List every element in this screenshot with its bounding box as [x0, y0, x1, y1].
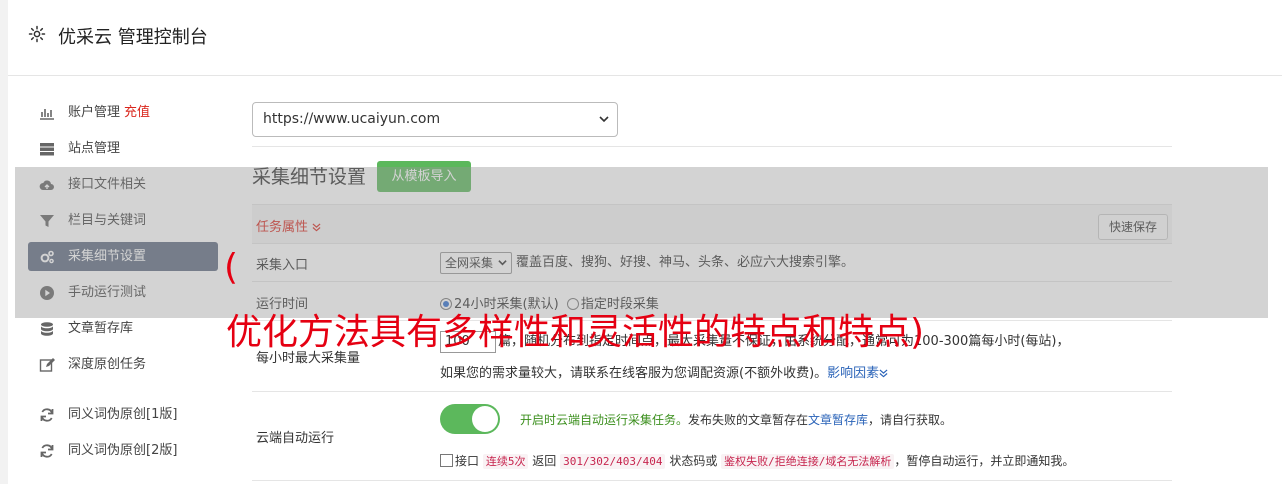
cloud-auto-run-toggle[interactable]: [440, 404, 500, 434]
collect-entry-label: 采集入口: [256, 258, 309, 273]
cloud-auto-run-label: 云端自动运行: [256, 431, 335, 446]
cloud-auto-run-row: 云端自动运行 开启时云端自动运行采集任务。发布失败的文章暂存在文章暂存库，请自行…: [252, 392, 1172, 481]
collect-entry-select[interactable]: 全网采集: [440, 251, 513, 274]
sidebar-item-label: 接口文件相关: [68, 177, 147, 192]
console-header: 优采云 管理控制台: [8, 0, 1282, 76]
database-icon: [41, 322, 53, 336]
max-per-hour-note: 如果您的需求量较大，请联系在线客服为您调配资源(不额外收费)。: [440, 366, 828, 381]
sidebar-item-label: 同义词伪原创[1版]: [68, 407, 178, 422]
cloud-run-enabled-msg: 开启时云端自动运行采集任务。: [520, 413, 689, 427]
page-title: 优采云 管理控制台: [58, 27, 208, 48]
article-storage-link[interactable]: 文章暂存库: [808, 413, 868, 427]
sidebar-item-interface-files[interactable]: 接口文件相关: [28, 170, 218, 199]
sidebar-item-synonym-v1[interactable]: 同义词伪原创[1版]: [28, 400, 218, 429]
chevron-double-down-icon: [879, 369, 888, 378]
cogs-icon: [40, 250, 54, 264]
sidebar-item-deep-original[interactable]: 深度原创任务: [28, 350, 218, 379]
run-time-row: 运行时间 24小时采集(默认) 指定时段采集: [252, 282, 1172, 321]
max-per-hour-row: 每小时最大采集量 100 篇，随机分布到指定时间点，最大采集量不保证，由系统分配，…: [252, 321, 1172, 392]
quick-save-button[interactable]: 快速保存: [1098, 214, 1168, 240]
impact-factors-link[interactable]: 影响因素: [827, 366, 888, 381]
sidebar-item-label: 手动运行测试: [68, 285, 147, 300]
recharge-link[interactable]: 充值: [124, 105, 150, 120]
task-properties-toggle[interactable]: 任务属性: [256, 216, 321, 235]
sidebar-item-article-storage[interactable]: 文章暂存库: [28, 314, 218, 343]
sidebar-item-account[interactable]: 账户管理 充值: [28, 98, 218, 127]
run-time-label: 运行时间: [256, 297, 309, 312]
filter-icon: [40, 215, 54, 227]
sidebar-item-sites[interactable]: 站点管理: [28, 134, 218, 163]
chevron-down-icon: [498, 259, 507, 265]
sidebar-item-label: 文章暂存库: [68, 321, 134, 336]
max-per-hour-desc: 篇，随机分布到指定时间点，最大采集量不保证，由系统分配，通常可为100-300篇…: [498, 334, 1070, 349]
edit-icon: [39, 358, 55, 372]
sidebar-item-label: 深度原创任务: [68, 357, 147, 372]
server-icon: [40, 143, 54, 156]
sidebar-item-columns-keywords[interactable]: 栏目与关键词: [28, 206, 218, 235]
sidebar: 账户管理 充值 站点管理 接口文件相关 栏目与关键词 采集细节设置 手动运行测试 …: [28, 98, 218, 472]
gear-icon: [28, 25, 46, 43]
section-title: 采集细节设置: [252, 166, 367, 188]
bar-chart-icon: [40, 109, 54, 120]
play-circle-icon: [40, 286, 54, 300]
sidebar-item-label: 账户管理: [68, 105, 121, 120]
refresh-icon: [40, 408, 54, 422]
sidebar-item-collect-settings[interactable]: 采集细节设置: [28, 242, 218, 271]
pause-on-error-checkbox[interactable]: 接口: [440, 454, 479, 468]
sidebar-item-synonym-v2[interactable]: 同义词伪原创[2版]: [28, 436, 218, 465]
sidebar-item-manual-run[interactable]: 手动运行测试: [28, 278, 218, 307]
site-select-value: https://www.ucaiyun.com: [263, 111, 441, 127]
chevron-double-down-icon: [312, 223, 321, 232]
sidebar-item-label: 同义词伪原创[2版]: [68, 443, 178, 458]
site-select[interactable]: https://www.ucaiyun.com: [252, 102, 618, 137]
sidebar-item-label: 栏目与关键词: [68, 213, 147, 228]
import-template-button[interactable]: 从模板导入: [377, 161, 471, 192]
sidebar-item-label: 站点管理: [68, 141, 121, 156]
divider: [252, 146, 1172, 147]
collect-entry-row: 采集入口 全网采集 覆盖百度、搜狗、好搜、神马、头条、必应六大搜索引擎。: [252, 243, 1172, 282]
sidebar-item-label: 采集细节设置: [68, 249, 147, 264]
refresh-icon: [40, 444, 54, 458]
radio-period[interactable]: 指定时段采集: [566, 297, 659, 312]
console-panel: 优采云 管理控制台 账户管理 充值 站点管理 接口文件相关 栏目与关键词 采集细节…: [8, 0, 1282, 484]
collect-entry-desc: 覆盖百度、搜狗、好搜、神马、头条、必应六大搜索引擎。: [516, 255, 855, 270]
cloud-upload-icon: [39, 180, 54, 190]
chevron-down-icon: [599, 116, 609, 123]
radio-24h[interactable]: 24小时采集(默认): [440, 297, 559, 312]
max-per-hour-input[interactable]: 100: [440, 330, 496, 353]
task-properties-bar: 任务属性 快速保存: [252, 204, 1172, 244]
max-per-hour-label: 每小时最大采集量: [256, 351, 361, 366]
